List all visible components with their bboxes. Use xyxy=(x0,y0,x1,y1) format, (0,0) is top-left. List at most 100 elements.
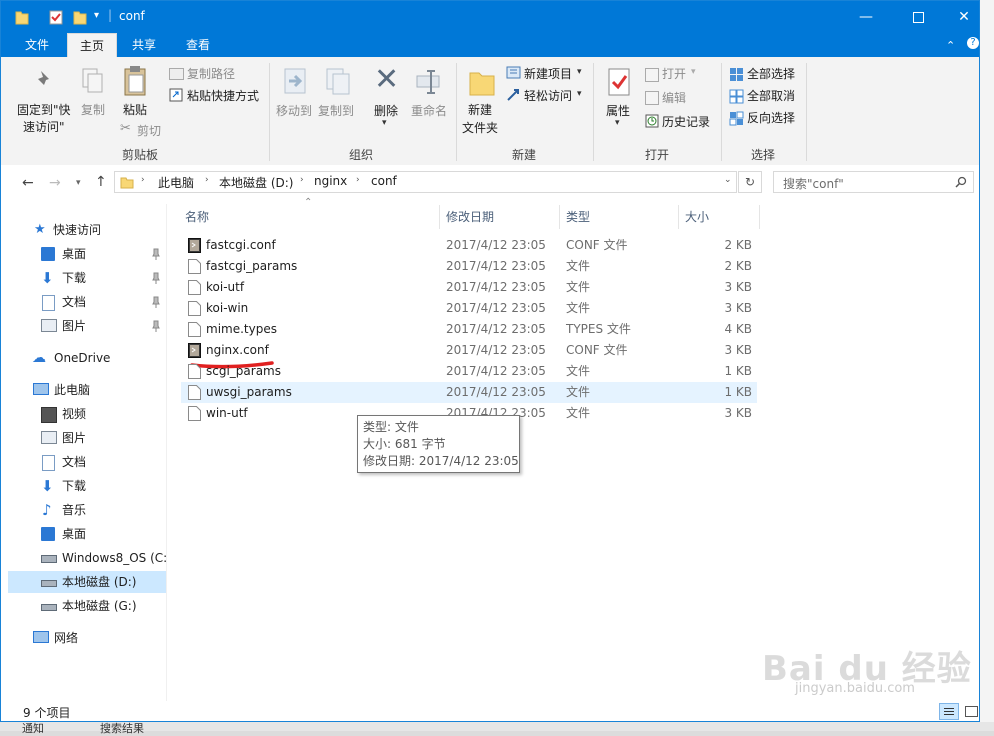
copy-button[interactable]: 复制 xyxy=(81,101,105,118)
tab-view[interactable]: 查看 xyxy=(171,33,225,57)
properties-dropdown-icon[interactable]: ▾ xyxy=(615,118,620,128)
nav-pc-pictures[interactable]: 图片 xyxy=(8,427,166,449)
delete-dropdown-icon[interactable]: ▾ xyxy=(382,118,387,128)
minimize-button[interactable]: — xyxy=(843,1,889,33)
edit-button[interactable]: 编辑 xyxy=(662,89,686,106)
file-name[interactable]: win-utf xyxy=(206,403,248,424)
easy-access-button[interactable]: 轻松访问 xyxy=(524,87,572,104)
pin-icon[interactable] xyxy=(152,272,160,284)
pane-divider[interactable] xyxy=(166,204,167,701)
quick-access-toolbar-dropdown-icon[interactable]: ▾ xyxy=(94,10,99,21)
new-folder-label-1[interactable]: 新建 xyxy=(468,101,492,118)
nav-onedrive[interactable]: ☁ OneDrive xyxy=(8,347,166,369)
nav-quick-documents[interactable]: 文档 xyxy=(8,291,166,313)
nav-quick-desktop[interactable]: 桌面 xyxy=(8,243,166,265)
file-row[interactable]: nginx.conf 2017/4/12 23:05 CONF 文件 3 KB xyxy=(181,340,757,361)
file-row[interactable]: koi-win 2017/4/12 23:05 文件 3 KB xyxy=(181,298,757,319)
tab-file[interactable]: 文件 xyxy=(11,33,63,57)
breadcrumb-chevron-icon[interactable]: › xyxy=(300,175,304,185)
nav-pc-desktop[interactable]: 桌面 xyxy=(8,523,166,545)
paste-button[interactable]: 粘贴 xyxy=(123,101,147,118)
rename-button[interactable]: 重命名 xyxy=(411,102,447,119)
open-button[interactable]: 打开 xyxy=(662,65,686,82)
breadcrumb-conf[interactable]: conf xyxy=(371,174,397,188)
file-name[interactable]: uwsgi_params xyxy=(206,382,292,403)
properties-button[interactable]: 属性 xyxy=(606,102,630,119)
nav-pc-music[interactable]: ♪ 音乐 xyxy=(8,499,166,521)
pin-to-quick-access-label-1[interactable]: 固定到"快 xyxy=(17,101,71,118)
column-divider[interactable] xyxy=(678,205,679,229)
nav-quick-access[interactable]: ★ 快速访问 xyxy=(8,219,166,241)
nav-this-pc[interactable]: 此电脑 xyxy=(8,379,166,401)
nav-quick-pictures[interactable]: 图片 xyxy=(8,315,166,337)
breadcrumb-nginx[interactable]: nginx xyxy=(314,174,347,188)
copy-path-button[interactable]: 复制路径 xyxy=(187,65,235,82)
file-row[interactable]: scgi_params 2017/4/12 23:05 文件 1 KB xyxy=(181,361,757,382)
nav-pc-downloads[interactable]: ⬇ 下载 xyxy=(8,475,166,497)
nav-pc-drive-g[interactable]: 本地磁盘 (G:) xyxy=(8,595,166,617)
refresh-button[interactable]: ↻ xyxy=(738,171,762,193)
properties-quick-icon[interactable] xyxy=(49,9,63,25)
column-header-name[interactable]: 名称 xyxy=(185,207,209,227)
new-item-button[interactable]: 新建项目 xyxy=(524,65,572,82)
details-view-button[interactable] xyxy=(939,703,959,720)
file-name[interactable]: mime.types xyxy=(206,319,277,340)
copy-to-button[interactable]: 复制到 xyxy=(318,102,354,119)
history-button[interactable]: 历史记录 xyxy=(662,113,710,130)
help-icon[interactable]: ? xyxy=(967,37,979,49)
breadcrumb-this-pc[interactable]: 此电脑 xyxy=(158,174,194,191)
column-divider[interactable] xyxy=(439,205,440,229)
file-row[interactable]: fastcgi.conf 2017/4/12 23:05 CONF 文件 2 K… xyxy=(181,235,757,256)
column-divider[interactable] xyxy=(559,205,560,229)
new-folder-quick-icon[interactable] xyxy=(73,9,87,25)
ribbon-collapse-icon[interactable]: ⌃ xyxy=(946,39,955,52)
nav-pc-drive-d[interactable]: 本地磁盘 (D:) xyxy=(8,571,166,593)
breadcrumb-chevron-icon[interactable]: › xyxy=(356,175,360,185)
maximize-button[interactable] xyxy=(895,1,941,33)
search-icon[interactable] xyxy=(955,176,967,188)
new-item-dropdown-icon[interactable]: ▾ xyxy=(577,67,582,77)
file-name[interactable]: nginx.conf xyxy=(206,340,269,361)
file-name[interactable]: koi-win xyxy=(206,298,248,319)
select-all-button[interactable]: 全部选择 xyxy=(747,65,795,82)
close-button[interactable]: ✕ xyxy=(941,1,979,33)
new-folder-label-2[interactable]: 文件夹 xyxy=(462,119,498,136)
large-icons-view-button[interactable] xyxy=(963,703,979,720)
back-arrow-icon[interactable]: ← xyxy=(22,175,34,191)
file-row[interactable]: mime.types 2017/4/12 23:05 TYPES 文件 4 KB xyxy=(181,319,757,340)
nav-pc-drive-c[interactable]: Windows8_OS (C: xyxy=(8,547,166,569)
column-divider[interactable] xyxy=(759,205,760,229)
column-header-size[interactable]: 大小 xyxy=(685,207,709,227)
pin-to-quick-access-label-2[interactable]: 速访问" xyxy=(23,118,65,135)
file-name[interactable]: fastcgi.conf xyxy=(206,235,276,256)
cut-button[interactable]: 剪切 xyxy=(137,122,161,139)
breadcrumb-chevron-icon[interactable]: › xyxy=(205,175,209,185)
pin-icon[interactable] xyxy=(152,248,160,260)
file-name[interactable]: fastcgi_params xyxy=(206,256,297,277)
pin-icon[interactable] xyxy=(152,296,160,308)
address-bar[interactable]: › 此电脑 › 本地磁盘 (D:) › nginx › conf ⌄ xyxy=(114,171,737,193)
file-row[interactable]: fastcgi_params 2017/4/12 23:05 文件 2 KB xyxy=(181,256,757,277)
paste-shortcut-button[interactable]: 粘贴快捷方式 xyxy=(187,87,259,104)
address-dropdown-icon[interactable]: ⌄ xyxy=(724,175,732,185)
search-box[interactable]: 搜索"conf" xyxy=(773,171,974,193)
file-row[interactable]: uwsgi_params 2017/4/12 23:05 文件 1 KB xyxy=(181,382,757,403)
move-to-button[interactable]: 移动到 xyxy=(276,102,312,119)
file-name[interactable]: scgi_params xyxy=(206,361,281,382)
nav-pc-videos[interactable]: 视频 xyxy=(8,403,166,425)
breadcrumb-chevron-icon[interactable]: › xyxy=(141,175,145,185)
title-bar[interactable]: ▾ | conf — ✕ xyxy=(1,1,979,33)
column-header-date[interactable]: 修改日期 xyxy=(446,207,494,227)
select-none-button[interactable]: 全部取消 xyxy=(747,87,795,104)
up-arrow-icon[interactable]: ↑ xyxy=(95,174,107,190)
file-row[interactable]: koi-utf 2017/4/12 23:05 文件 3 KB xyxy=(181,277,757,298)
column-header-type[interactable]: 类型 xyxy=(566,207,590,227)
open-dropdown-icon[interactable]: ▾ xyxy=(691,67,696,77)
tab-share[interactable]: 共享 xyxy=(119,33,169,57)
invert-selection-button[interactable]: 反向选择 xyxy=(747,109,795,126)
delete-button[interactable]: 删除 xyxy=(374,102,398,119)
easy-access-dropdown-icon[interactable]: ▾ xyxy=(577,89,582,99)
file-name[interactable]: koi-utf xyxy=(206,277,244,298)
nav-quick-downloads[interactable]: ⬇ 下载 xyxy=(8,267,166,289)
breadcrumb-drive-d[interactable]: 本地磁盘 (D:) xyxy=(219,174,293,191)
